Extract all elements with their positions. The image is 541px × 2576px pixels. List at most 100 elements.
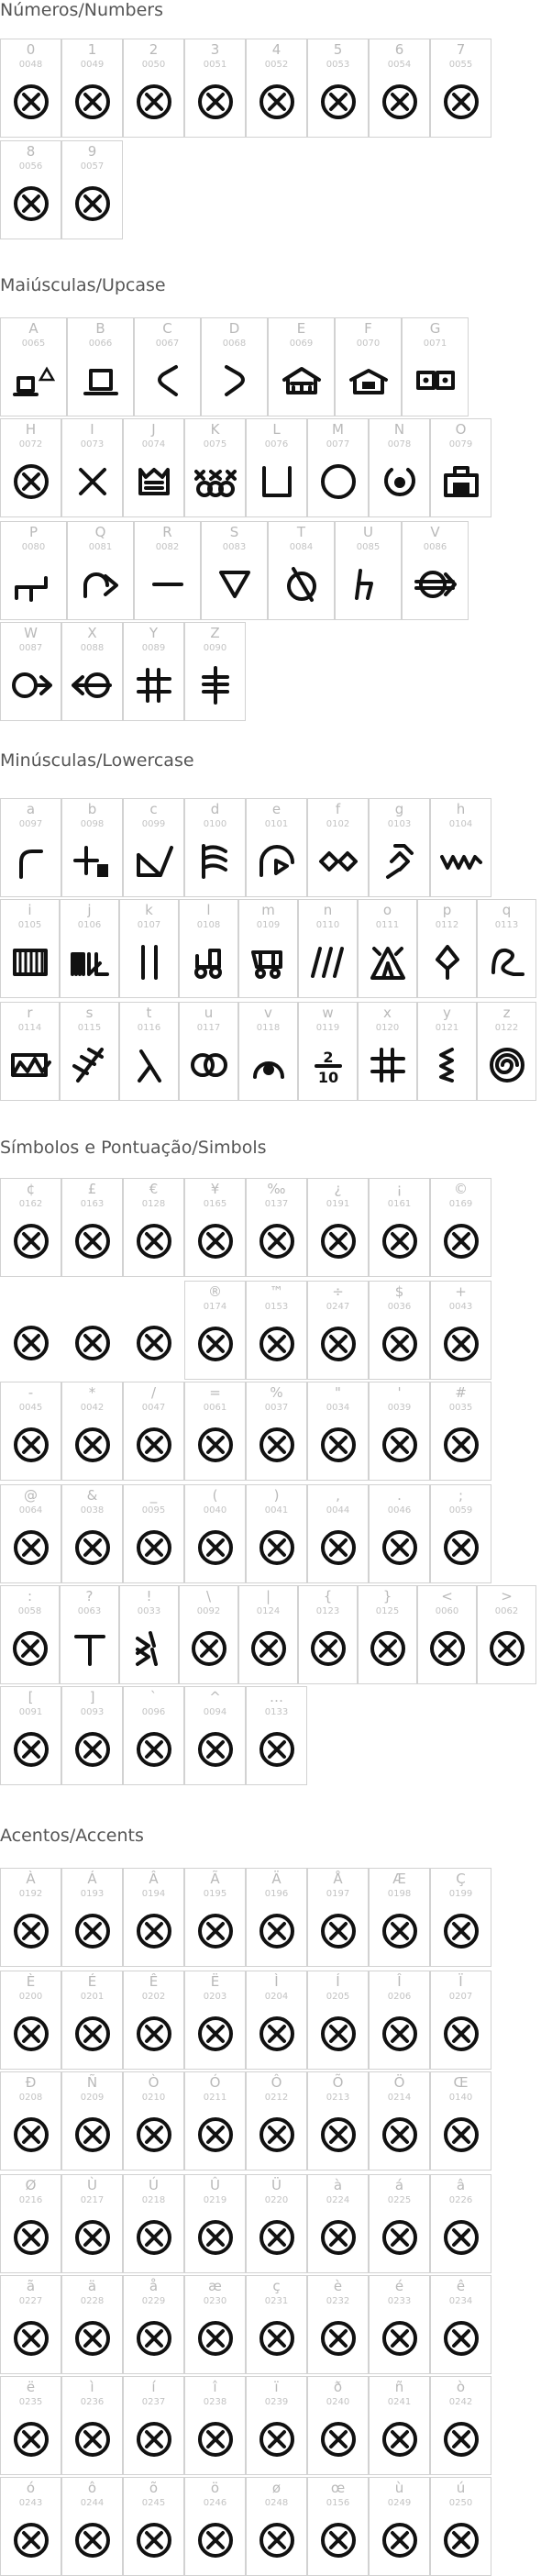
hook-r-icon (10, 840, 52, 883)
glyph-character: f (335, 801, 341, 817)
glyph-character: b (87, 801, 97, 817)
glyph-code: 0104 (448, 819, 473, 829)
svg-text:2: 2 (323, 1049, 333, 1066)
glyph-code: 0218 (141, 2195, 166, 2205)
glyph-character: " (335, 1384, 341, 1401)
glyph-cell: Á 0193 (61, 1868, 123, 1967)
glyph-code: 0246 (203, 2498, 227, 2508)
crossed-circle-icon (72, 183, 114, 225)
glyph-cell: Ë 0203 (184, 1971, 246, 2070)
glyph-code: 0119 (315, 1023, 340, 1033)
glyph-character: u (204, 1005, 214, 1021)
glyph-cell: ç 0231 (246, 2275, 307, 2374)
glyph-character: ì (90, 2379, 94, 2395)
glyph-character: æ (208, 2278, 222, 2294)
glyph-code: 0244 (80, 2498, 105, 2508)
glyph-character: Ò (148, 2074, 160, 2091)
wave-box-icon (9, 1044, 51, 1086)
glyph-code: 0203 (203, 1992, 227, 2002)
glyph-cell: F 0070 (335, 317, 402, 416)
crossed-circle-icon (256, 1527, 298, 1569)
glyph-cell: G 0071 (402, 317, 469, 416)
glyph-code: 0123 (315, 1606, 340, 1616)
glyph-code: 0113 (494, 920, 519, 930)
glyph-code: 0086 (423, 542, 447, 552)
glyph-character: € (149, 1181, 159, 1197)
glyph-character: Y (149, 625, 159, 641)
glyph-code: 0205 (326, 1992, 350, 2002)
glyph-character: C (162, 320, 172, 337)
glyph-code: 0044 (326, 1505, 350, 1516)
glyph-character: E (296, 320, 306, 337)
glyph-cell: Ð 0208 (0, 2071, 61, 2171)
glyph-character: m (261, 902, 275, 918)
glyph-cell: w 0119 2 10 (298, 1002, 358, 1101)
glyph-character: å (149, 2278, 159, 2294)
glyph-character: q (502, 902, 512, 918)
crossed-circle-icon (194, 2013, 237, 2055)
crossed-circle-icon (10, 1728, 52, 1771)
glyph-character: ' (397, 1384, 402, 1401)
glyph-code: 0072 (18, 439, 43, 450)
glyph-character: J (151, 421, 156, 438)
glyph-cell: Z 0090 (184, 622, 246, 721)
crossed-circle-icon (379, 2418, 421, 2460)
glyph-code: 0153 (264, 1302, 289, 1312)
dash-icon (147, 563, 189, 605)
glyph-cell: a 0097 (0, 798, 61, 897)
glyph-cell: ô 0244 (61, 2477, 123, 2576)
glyph-code: 0209 (80, 2093, 105, 2103)
crossed-circle-icon (10, 81, 52, 123)
glyph-cell: É 0201 (61, 1971, 123, 2070)
zigzag-icon (439, 840, 482, 883)
crossed-circle-icon (194, 2216, 237, 2259)
glyph-code: 0076 (264, 439, 289, 450)
oven-icon (440, 461, 482, 503)
empty-glyph (10, 1322, 52, 1364)
glyph-character: Ð (25, 2074, 37, 2091)
glyph-cell: ó 0243 (0, 2477, 61, 2576)
glyph-cell: H 0072 (0, 418, 61, 517)
glyph-code: 0224 (326, 2195, 350, 2205)
glyph-code: 0225 (387, 2195, 412, 2205)
crossed-circle-icon (194, 1527, 237, 1569)
glyph-cell: s 0115 (60, 1002, 119, 1101)
glyph-code: 0093 (80, 1707, 105, 1717)
glyph-code: 0108 (196, 920, 221, 930)
glyph-character: x (383, 1005, 392, 1021)
glyph-cell: h 0104 (430, 798, 491, 897)
glyph-code: 0241 (387, 2397, 412, 2407)
glyph-cell: Ä 0196 (246, 1868, 307, 1967)
glyph-cell: [0091 (0, 1686, 61, 1785)
crossed-circle-icon (10, 2216, 52, 2259)
glyph-code: 0111 (375, 920, 400, 930)
glyph-cell: & 0038 (61, 1484, 123, 1583)
crossed-circle-icon (256, 2317, 298, 2359)
glyph-character: Ã (210, 1871, 220, 1887)
glyph-cell: ¡ 0161 (369, 1178, 430, 1277)
crossed-circle-icon (10, 2013, 52, 2055)
glyph-cell: ï 0239 (246, 2376, 307, 2475)
glyph-character: Ó (209, 2074, 221, 2091)
double-diamond-icon (317, 840, 359, 883)
glyph-code: 0194 (141, 1889, 166, 1899)
glyph-code: 0122 (494, 1023, 519, 1033)
glyph-cell: Q 0081 (67, 521, 134, 620)
glyph-code: 0082 (155, 542, 180, 552)
glyph-code: 0089 (141, 643, 166, 653)
glyph-character: ÷ (332, 1283, 344, 1300)
glyph-character: ] (89, 1689, 95, 1705)
empty-glyph (72, 1322, 114, 1364)
glyph-character: â (456, 2177, 466, 2193)
glyph-character: / (150, 1384, 157, 1401)
glyph-character: i (28, 902, 32, 918)
crossed-circle-icon (440, 81, 482, 123)
glyph-code: 0161 (387, 1199, 412, 1209)
glyph-code: 0236 (80, 2397, 105, 2407)
glyph-character: $ (394, 1283, 404, 1300)
glyph-cell: ñ 0241 (369, 2376, 430, 2475)
glyph-character: | (265, 1588, 271, 1604)
glyph-character: ¥ (210, 1181, 220, 1197)
crossed-circle-icon (72, 2418, 114, 2460)
glyph-code: 0220 (264, 2195, 289, 2205)
